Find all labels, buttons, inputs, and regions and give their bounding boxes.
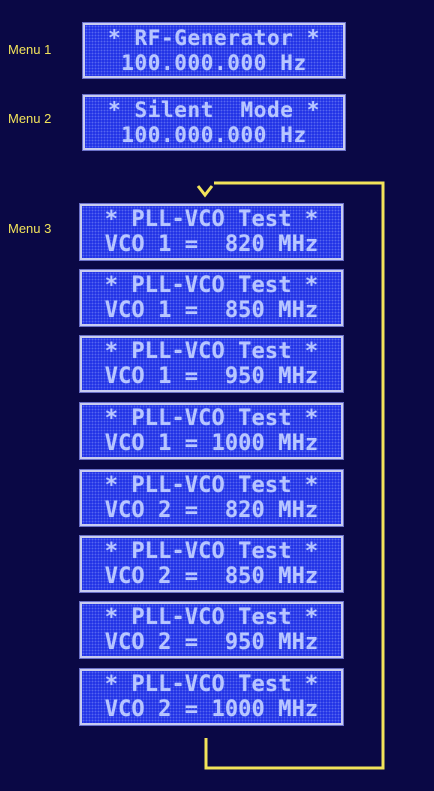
loop-connector-line [204, 181, 385, 770]
arrow-down-icon [196, 185, 214, 198]
loop-arrow [196, 181, 385, 770]
